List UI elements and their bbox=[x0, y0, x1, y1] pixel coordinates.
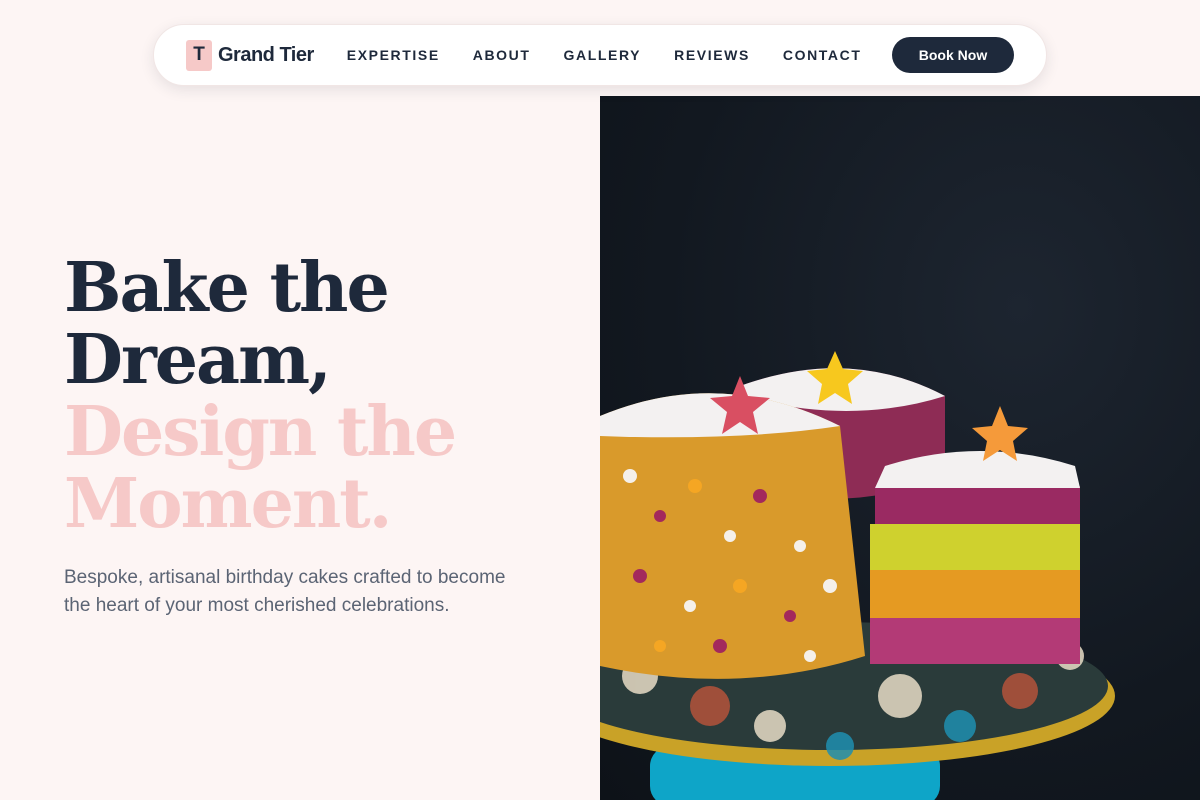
headline-accent-line-2: Moment. bbox=[64, 464, 392, 544]
nav-links: EXPERTISE ABOUT GALLERY REVIEWS CONTACT bbox=[347, 47, 862, 63]
headline-accent-line-1: Design the bbox=[64, 392, 457, 472]
nav-link-reviews[interactable]: REVIEWS bbox=[674, 47, 750, 63]
hero-image bbox=[600, 96, 1200, 800]
headline-line-2: Dream, bbox=[64, 320, 332, 400]
hero-headline: Bake the Dream, Design the Moment. bbox=[64, 252, 564, 540]
brand-mark: T bbox=[186, 39, 212, 71]
brand-name: Grand Tier bbox=[218, 43, 314, 66]
navbar: T Grand Tier EXPERTISE ABOUT GALLERY REV… bbox=[153, 24, 1047, 86]
book-now-button[interactable]: Book Now bbox=[892, 37, 1014, 73]
hero-section: Bake the Dream, Design the Moment. Bespo… bbox=[64, 252, 564, 620]
brand-logo[interactable]: T Grand Tier bbox=[186, 39, 314, 71]
nav-link-about[interactable]: ABOUT bbox=[473, 47, 531, 63]
hero-subtitle: Bespoke, artisanal birthday cakes crafte… bbox=[64, 567, 506, 616]
nav-link-contact[interactable]: CONTACT bbox=[783, 47, 862, 63]
nav-link-gallery[interactable]: GALLERY bbox=[564, 47, 642, 63]
cake-illustration bbox=[600, 351, 1115, 800]
headline-line-1: Bake the bbox=[64, 248, 390, 328]
nav-link-expertise[interactable]: EXPERTISE bbox=[347, 47, 440, 63]
